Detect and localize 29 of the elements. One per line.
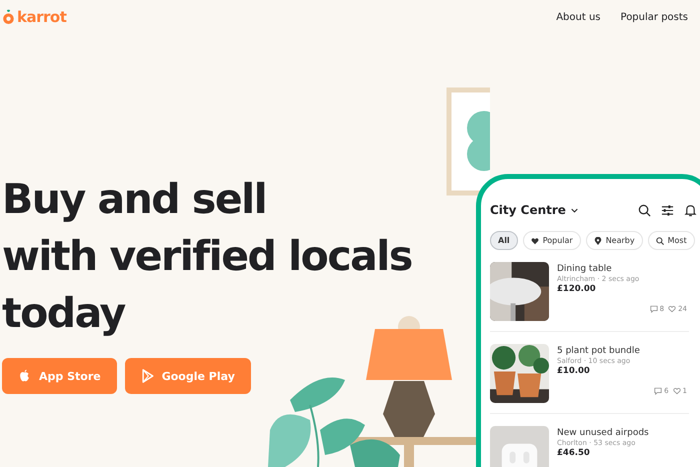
filter-chip[interactable]: Nearby (586, 231, 643, 250)
filter-chip[interactable]: Most (648, 231, 695, 250)
heart-icon (668, 305, 676, 313)
apple-icon (18, 369, 31, 383)
play-icon (140, 369, 154, 383)
listing-price: £120.00 (557, 284, 597, 294)
listing-price: £46.50 (557, 448, 591, 458)
filter-icon[interactable] (661, 204, 674, 216)
bell-icon[interactable] (684, 204, 697, 216)
pin-icon (594, 236, 602, 244)
location-selector[interactable]: City Centre (490, 203, 578, 217)
listing-title[interactable]: 5 plant pot bundle (557, 346, 689, 356)
listing-title[interactable]: New unused airpods (557, 428, 689, 438)
search-icon (656, 236, 664, 244)
comment-icon (650, 305, 658, 313)
heart-icon (530, 236, 539, 244)
comment-icon (654, 387, 662, 395)
listing-price: £10.00 (557, 366, 591, 376)
nav-link[interactable]: About us (556, 12, 601, 22)
filter-chip[interactable]: Popular (522, 231, 581, 250)
hero-title-line: Buy and sell (2, 174, 266, 225)
listing-title[interactable]: Dining table (557, 264, 689, 274)
hero-title-line: with verified locals (2, 231, 412, 282)
search-icon[interactable] (638, 204, 651, 216)
heart-icon (672, 387, 681, 395)
nav-link[interactable]: Popular posts (620, 12, 688, 22)
chevron-icon (570, 208, 578, 212)
filter-chip[interactable]: All (490, 231, 518, 250)
hero-title-line: today (2, 288, 125, 339)
